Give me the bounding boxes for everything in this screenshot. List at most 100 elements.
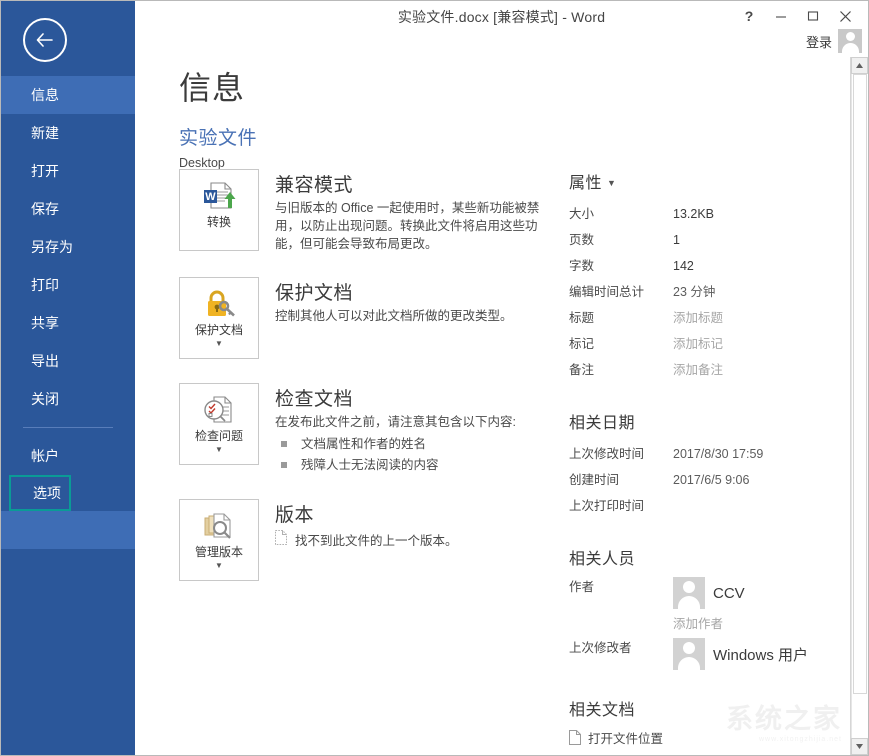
date-value: 2017/6/5 9:06 bbox=[673, 467, 749, 493]
card-versions: 管理版本 ▼ 版本 找不到此文件的上一个版本。 bbox=[179, 499, 549, 581]
document-name[interactable]: 实验文件 bbox=[179, 123, 868, 150]
convert-document-icon: W bbox=[201, 178, 237, 214]
document-outline-icon bbox=[275, 530, 287, 545]
sidebar-item-share[interactable]: 共享 bbox=[1, 304, 135, 342]
dates-heading: 相关日期 bbox=[569, 409, 868, 433]
author-row: 作者 CCV bbox=[569, 577, 868, 609]
properties-heading[interactable]: 属性 ▼ bbox=[569, 169, 868, 193]
property-key: 标题 bbox=[569, 305, 673, 331]
sidebar-item-save[interactable]: 保存 bbox=[1, 190, 135, 228]
sidebar-item-hover-row[interactable] bbox=[1, 511, 135, 549]
card-compatibility-mode: W 转换 兼容模式 与旧版本的 Office 一起使用时，某些新功能被禁用，以防… bbox=[179, 169, 549, 253]
sidebar-item-account[interactable]: 帐户 bbox=[1, 437, 135, 475]
manage-versions-button[interactable]: 管理版本 ▼ bbox=[179, 499, 259, 581]
close-button[interactable] bbox=[830, 3, 860, 29]
property-key: 备注 bbox=[569, 357, 673, 383]
check-issues-button-label: 检查问题 bbox=[195, 430, 243, 443]
sidebar-item-label: 共享 bbox=[31, 313, 59, 333]
property-row-edit-time: 编辑时间总计 23 分钟 bbox=[569, 279, 868, 305]
sidebar-item-close[interactable]: 关闭 bbox=[1, 380, 135, 418]
people-heading: 相关人员 bbox=[569, 545, 868, 569]
property-row-pages: 页数 1 bbox=[569, 227, 868, 253]
card-text: 保护文档 控制其他人可以对此文档所做的更改类型。 bbox=[275, 277, 549, 359]
property-key: 页数 bbox=[569, 227, 673, 253]
scroll-down-button[interactable] bbox=[851, 738, 868, 755]
minimize-button[interactable] bbox=[766, 3, 796, 29]
property-value: 1 bbox=[673, 227, 680, 253]
property-key: 大小 bbox=[569, 201, 673, 227]
open-file-location-link[interactable]: 打开文件位置 bbox=[569, 728, 868, 747]
add-tag-field[interactable]: 添加标记 bbox=[673, 331, 723, 357]
card-description: 在发布此文件之前，请注意其包含以下内容: bbox=[275, 414, 549, 432]
help-button[interactable]: ? bbox=[734, 3, 764, 29]
lock-key-icon bbox=[201, 286, 237, 322]
restore-button[interactable] bbox=[798, 3, 828, 29]
card-description: 与旧版本的 Office 一起使用时，某些新功能被禁用，以防止出现问题。转换此文… bbox=[275, 200, 549, 253]
chevron-down-icon: ▼ bbox=[215, 562, 223, 570]
sidebar-item-save-as[interactable]: 另存为 bbox=[1, 228, 135, 266]
scrollbar-track[interactable] bbox=[851, 74, 868, 738]
caret-down-icon bbox=[855, 743, 864, 750]
add-author-field[interactable]: 添加作者 bbox=[673, 613, 868, 632]
chevron-down-icon: ▼ bbox=[215, 446, 223, 454]
property-key: 编辑时间总计 bbox=[569, 279, 673, 305]
date-row-created: 创建时间 2017/6/5 9:06 bbox=[569, 467, 868, 493]
sidebar-item-print[interactable]: 打印 bbox=[1, 266, 135, 304]
date-key: 创建时间 bbox=[569, 467, 673, 493]
protect-document-button[interactable]: 保护文档 ▼ bbox=[179, 277, 259, 359]
scroll-up-button[interactable] bbox=[851, 57, 868, 74]
card-inspect-document: 检查问题 ▼ 检查文档 在发布此文件之前，请注意其包含以下内容: 文档属性和作者… bbox=[179, 383, 549, 475]
caret-up-icon bbox=[855, 62, 864, 69]
content-columns: W 转换 兼容模式 与旧版本的 Office 一起使用时，某些新功能被禁用，以防… bbox=[135, 169, 868, 755]
date-key: 上次修改时间 bbox=[569, 441, 673, 467]
last-modified-by-chip[interactable]: Windows 用户 bbox=[673, 638, 808, 670]
back-button[interactable] bbox=[23, 18, 67, 62]
version-note-row: 找不到此文件的上一个版本。 bbox=[275, 530, 549, 549]
chevron-down-icon: ▼ bbox=[215, 340, 223, 348]
date-value: 2017/8/30 17:59 bbox=[673, 441, 763, 467]
version-note: 找不到此文件的上一个版本。 bbox=[295, 530, 458, 549]
card-title: 版本 bbox=[275, 500, 549, 527]
backstage-content: 信息 实验文件 Desktop bbox=[135, 57, 868, 755]
signin-label: 登录 bbox=[806, 32, 832, 51]
vertical-scrollbar[interactable] bbox=[850, 57, 868, 755]
author-chip[interactable]: CCV bbox=[673, 577, 745, 609]
date-key: 上次打印时间 bbox=[569, 493, 673, 519]
sidebar-item-new[interactable]: 新建 bbox=[1, 114, 135, 152]
properties-heading-label: 属性 bbox=[569, 169, 602, 193]
sidebar-item-open[interactable]: 打开 bbox=[1, 152, 135, 190]
property-value: 13.2KB bbox=[673, 201, 714, 227]
add-title-field[interactable]: 添加标题 bbox=[673, 305, 723, 331]
title-bar: 实验文件.docx [兼容模式] - Word ? 登录 bbox=[135, 1, 868, 57]
sidebar-item-info[interactable]: 信息 bbox=[1, 76, 135, 114]
sidebar-item-options[interactable]: 选项 bbox=[9, 475, 71, 511]
check-issues-button[interactable]: 检查问题 ▼ bbox=[179, 383, 259, 465]
card-title: 保护文档 bbox=[275, 278, 549, 305]
sidebar-item-export[interactable]: 导出 bbox=[1, 342, 135, 380]
convert-button-label: 转换 bbox=[207, 216, 231, 229]
card-title: 检查文档 bbox=[275, 384, 549, 411]
list-item: 文档属性和作者的姓名 bbox=[275, 434, 549, 455]
property-key: 字数 bbox=[569, 253, 673, 279]
restore-icon bbox=[807, 10, 819, 22]
property-value: 142 bbox=[673, 253, 694, 279]
sidebar-item-label: 选项 bbox=[33, 483, 61, 503]
user-avatar-icon bbox=[838, 29, 862, 53]
property-row-comments: 备注 添加备注 bbox=[569, 357, 868, 383]
date-row-printed: 上次打印时间 bbox=[569, 493, 868, 519]
sidebar-item-label: 关闭 bbox=[31, 389, 59, 409]
date-row-modified: 上次修改时间 2017/8/30 17:59 bbox=[569, 441, 868, 467]
inspect-findings-list: 文档属性和作者的姓名 残障人士无法阅读的内容 bbox=[275, 434, 549, 475]
property-row-tags: 标记 添加标记 bbox=[569, 331, 868, 357]
property-value: 23 分钟 bbox=[673, 279, 715, 305]
backstage-sidebar: 信息 新建 打开 保存 另存为 打印 共享 导出 bbox=[1, 1, 135, 755]
scrollbar-thumb[interactable] bbox=[853, 74, 867, 694]
add-comment-field[interactable]: 添加备注 bbox=[673, 357, 723, 383]
property-key: 标记 bbox=[569, 331, 673, 357]
sidebar-item-label: 保存 bbox=[31, 199, 59, 219]
convert-button[interactable]: W 转换 bbox=[179, 169, 259, 251]
signin-area[interactable]: 登录 bbox=[806, 29, 862, 53]
document-path: Desktop bbox=[179, 156, 868, 170]
last-modified-by-row: 上次修改者 Windows 用户 bbox=[569, 638, 868, 670]
card-text: 兼容模式 与旧版本的 Office 一起使用时，某些新功能被禁用，以防止出现问题… bbox=[275, 169, 549, 253]
